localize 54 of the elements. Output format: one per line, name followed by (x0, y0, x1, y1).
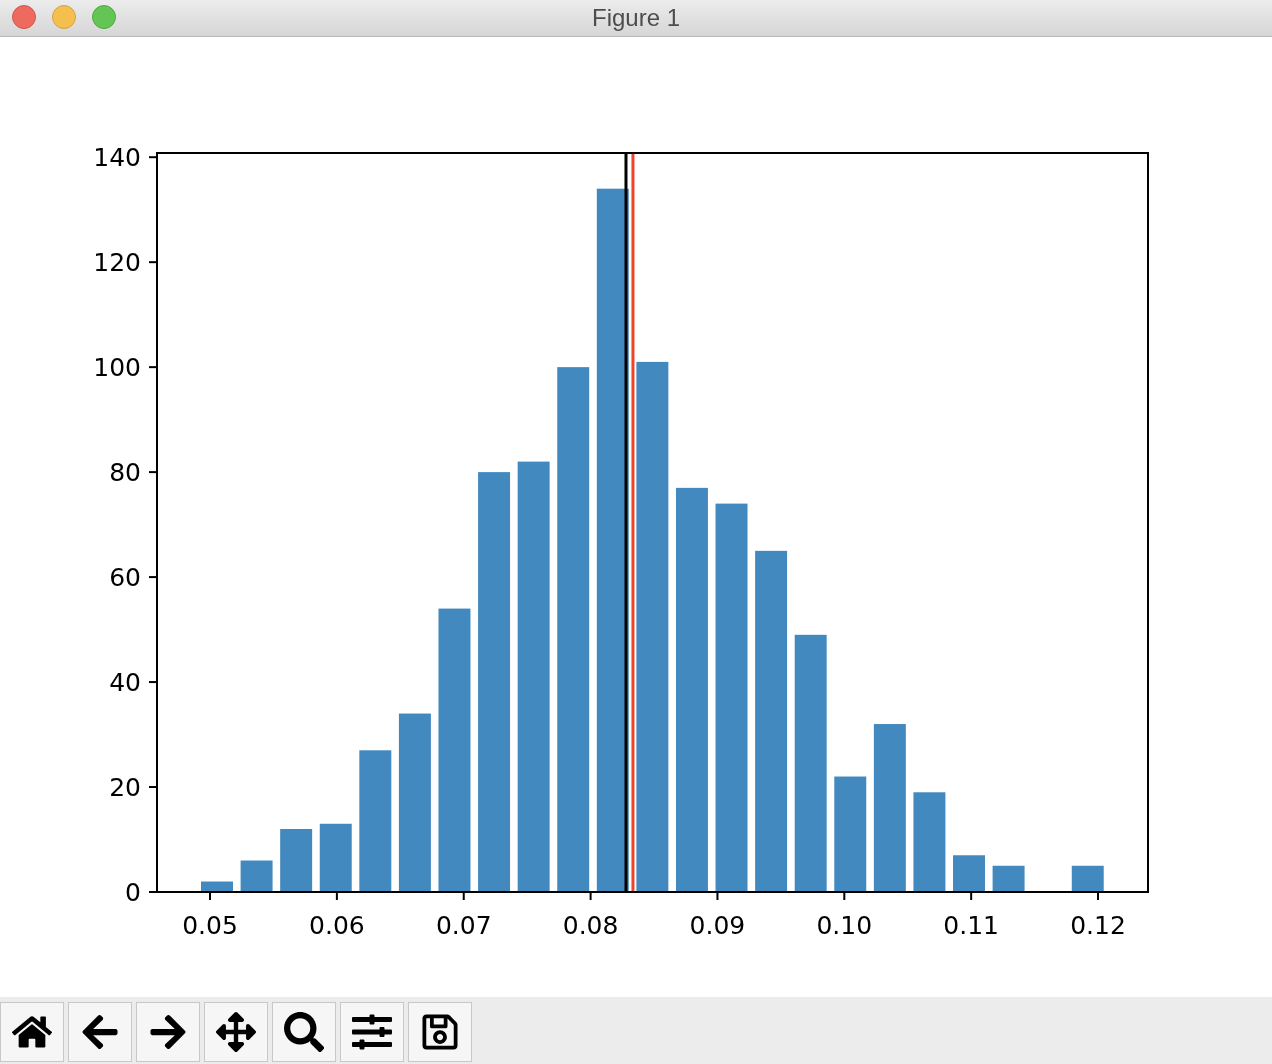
histogram-bar (201, 881, 233, 892)
tick-label: 80 (109, 458, 141, 488)
tick-mark (716, 891, 719, 901)
tick-mark (589, 891, 592, 901)
toolbar-button[interactable] (408, 1002, 472, 1062)
toolbar-button[interactable] (204, 1002, 268, 1062)
tick-label: 0.10 (816, 911, 873, 940)
histogram-bar (319, 823, 352, 892)
tick-mark (148, 156, 158, 159)
tick-mark (148, 366, 158, 369)
save-icon (420, 1012, 460, 1052)
tick-label: 0.08 (562, 911, 619, 940)
toolbar-button[interactable] (68, 1002, 132, 1062)
tick-label: 0 (125, 878, 141, 907)
toolbar-button[interactable] (136, 1002, 200, 1062)
histogram-bar (280, 829, 313, 892)
tick-label: 0.11 (943, 911, 999, 940)
histogram-bar (992, 865, 1025, 892)
move-icon (216, 1012, 256, 1052)
tick-mark (148, 261, 158, 264)
tick-mark (148, 891, 158, 893)
tick-mark (148, 576, 158, 579)
tick-mark (148, 786, 158, 789)
tick-label: 100 (93, 353, 141, 383)
tick-mark (335, 891, 338, 901)
tick-mark (148, 681, 158, 684)
tick-label: 60 (109, 563, 141, 593)
tick-label: 0.12 (1070, 911, 1126, 940)
forward-arrow-icon (148, 1012, 188, 1052)
histogram-bar (953, 855, 985, 892)
tick-mark (843, 891, 846, 901)
toolbar-button[interactable] (272, 1002, 336, 1062)
close-button[interactable] (12, 5, 36, 29)
tick-mark (209, 891, 212, 901)
tick-label: 0.05 (182, 911, 238, 940)
tick-mark (148, 471, 158, 474)
window-title: Figure 1 (591, 3, 680, 33)
tick-mark (970, 891, 973, 901)
tick-label: 40 (109, 668, 141, 698)
toolbar-button[interactable] (0, 1002, 64, 1062)
sliders-icon (352, 1012, 392, 1052)
toolbar-button[interactable] (340, 1002, 404, 1062)
search-icon (284, 1012, 324, 1052)
histogram-bar (1071, 865, 1104, 892)
tick-mark (462, 891, 465, 901)
histogram-bar (240, 860, 273, 892)
back-arrow-icon (80, 1012, 120, 1052)
tick-label: 0.09 (689, 911, 746, 940)
tick-mark (1097, 891, 1099, 901)
tick-label: 140 (93, 143, 141, 173)
tick-label: 0.07 (435, 911, 492, 940)
tick-label: 0.06 (309, 911, 365, 940)
tick-label: 120 (93, 248, 141, 278)
tick-label: 20 (109, 773, 141, 803)
